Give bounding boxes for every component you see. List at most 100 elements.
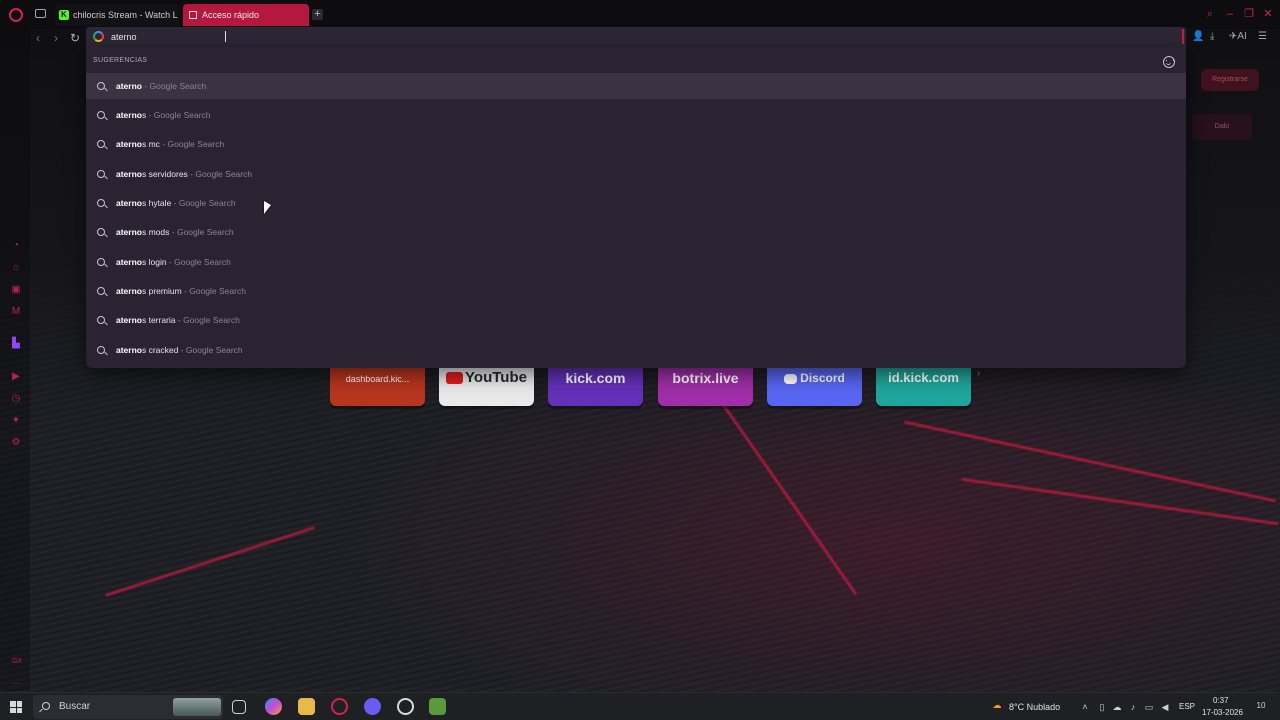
suggestion-item[interactable]: aterno - Google Search [86, 73, 1186, 99]
suggestion-item[interactable]: aternos - Google Search [86, 102, 1186, 128]
back-icon[interactable]: ‹ [36, 31, 40, 45]
speed-dial-icon [189, 11, 197, 19]
clock-time[interactable]: 0:37 [1213, 696, 1229, 705]
address-accent [1182, 29, 1184, 44]
search-icon [97, 111, 105, 119]
suggestions-dropdown: SUGERENCIAS aterno - Google Search atern… [86, 47, 1186, 368]
network-icon[interactable]: ▭ [1144, 702, 1154, 712]
weather-icon[interactable]: ☁ [990, 700, 1004, 710]
messenger-icon[interactable]: M [10, 306, 22, 318]
notifications-badge[interactable]: 10 [1254, 701, 1268, 711]
tab-acceso-rapido[interactable]: Acceso rápido [183, 4, 309, 26]
gx-control-icon[interactable]: ◔ [10, 240, 22, 252]
windows-start-icon[interactable] [10, 701, 22, 713]
speed-dial-label: id.kick.com [888, 370, 959, 385]
tab-label: chilocris Stream - Watch L [73, 10, 178, 20]
kick-icon [59, 4, 69, 26]
wallpaper-stripe [961, 477, 1279, 526]
speed-dial-botrix[interactable]: botrix.live [658, 368, 753, 406]
copilot-icon[interactable] [265, 698, 282, 715]
menu-icon[interactable]: ☰ [1258, 31, 1267, 43]
player-icon[interactable]: ▶ [10, 371, 22, 383]
microphone-icon[interactable]: ♪ [1128, 702, 1138, 712]
new-tab-button[interactable]: + [312, 9, 323, 20]
google-icon [93, 31, 104, 42]
tab-bar: chilocris Stream - Watch L Acceso rápido… [0, 0, 1280, 29]
gx-corner-label[interactable]: GX [10, 656, 24, 668]
speed-dial-next-icon[interactable]: › [977, 368, 980, 379]
search-icon [97, 170, 105, 178]
search-icon [42, 702, 50, 710]
emoji-icon[interactable] [1163, 56, 1175, 68]
chevron-up-icon[interactable]: ˄ [1080, 702, 1090, 712]
download-icon[interactable]: ⤓ [1210, 31, 1214, 43]
suggestions-header: SUGERENCIAS [93, 57, 148, 64]
battery-icon[interactable]: ▯ [1097, 702, 1107, 712]
volume-icon[interactable]: ◀ [1160, 702, 1170, 712]
taskbar-search-label: Buscar [59, 701, 91, 712]
tab-kick-stream[interactable]: chilocris Stream - Watch L [55, 4, 179, 26]
taskbar-search[interactable]: Buscar [33, 695, 223, 719]
close-icon[interactable]: ✕ [1262, 8, 1274, 20]
suggestion-item[interactable]: aternos hytale - Google Search [86, 190, 1186, 216]
obs-icon[interactable] [397, 698, 414, 715]
extensions-icon[interactable]: ✦ [10, 415, 22, 427]
speed-dial-idkick[interactable]: id.kick.com [876, 368, 971, 406]
speed-dial-label: botrix.live [672, 370, 739, 386]
text-caret [225, 31, 226, 42]
speed-dial-discord[interactable]: Discord [767, 368, 862, 406]
file-explorer-icon[interactable] [298, 698, 315, 715]
clock-date[interactable]: 17-03-2026 [1202, 708, 1243, 717]
history-icon[interactable]: ◷ [10, 393, 22, 405]
minecraft-icon[interactable] [429, 698, 446, 715]
suggestion-item[interactable]: aternos cracked - Google Search [86, 337, 1186, 363]
suggestion-item[interactable]: aternos mc - Google Search [86, 131, 1186, 157]
opera-gx-logo-icon[interactable] [9, 8, 23, 22]
task-view-icon[interactable] [232, 700, 246, 714]
discord-taskbar-icon[interactable] [364, 698, 381, 715]
profile-icon[interactable]: 👤 [1192, 31, 1204, 43]
suggestion-item[interactable]: aternos servidores - Google Search [86, 161, 1186, 187]
sidebar [0, 29, 30, 691]
mouse-cursor-icon [264, 201, 271, 214]
address-input[interactable] [111, 29, 1011, 45]
weather-text[interactable]: 8°C Nublado [1009, 702, 1060, 712]
speed-dial-youtube[interactable]: YouTube [439, 368, 534, 406]
search-icon [97, 199, 105, 207]
settings-icon[interactable]: ⚙ [10, 437, 22, 449]
minimize-icon[interactable]: – [1224, 8, 1236, 20]
search-icon [97, 82, 105, 90]
aria-ai-button[interactable]: ✈AI [1229, 31, 1251, 43]
language-indicator[interactable]: ESP [1179, 702, 1195, 711]
taskbar: Buscar ☁ 8°C Nublado ˄ ▯ ☁ ♪ ▭ ◀ ESP 0:3… [0, 692, 1280, 720]
speed-dial-label: Discord [800, 371, 845, 385]
speed-dial-dashboard[interactable]: dashboard.kic... [330, 368, 425, 406]
suggestion-item[interactable]: aternos login - Google Search [86, 249, 1186, 275]
search-tabs-icon[interactable]: ⌕ [1204, 8, 1216, 20]
suggestion-item[interactable]: aternos premium - Google Search [86, 278, 1186, 304]
gx-cleaner-icon[interactable]: ⌂ [10, 262, 22, 274]
wallpaper-stripe [104, 526, 316, 597]
cloud-icon[interactable]: ☁ [1112, 702, 1122, 712]
search-icon [97, 316, 105, 324]
page-button[interactable]: Dalo [1192, 114, 1252, 140]
restore-icon[interactable]: ❐ [1243, 8, 1255, 20]
tab-islands-icon[interactable] [35, 9, 46, 18]
tab-label: Acceso rápido [202, 10, 260, 20]
suggestion-item[interactable]: aternos mods - Google Search [86, 219, 1186, 245]
twitch-alt-icon[interactable]: ▣ [10, 284, 22, 296]
search-icon [97, 228, 105, 236]
speed-dial-kick[interactable]: kick.com [548, 368, 643, 406]
register-button[interactable]: Registrarse [1201, 69, 1259, 91]
search-icon [97, 258, 105, 266]
address-bar[interactable] [86, 27, 1186, 47]
forward-icon[interactable]: › [54, 31, 58, 45]
suggestion-item[interactable]: aternos terraria - Google Search [86, 307, 1186, 333]
opera-gx-taskbar-icon[interactable] [331, 698, 348, 715]
search-icon [97, 287, 105, 295]
twitch-icon[interactable]: ▙ [10, 338, 22, 350]
more-icon[interactable]: … [10, 676, 22, 688]
speed-dial-label: YouTube [465, 369, 527, 386]
speed-dial-label: kick.com [565, 370, 626, 386]
reload-icon[interactable]: ↻ [70, 31, 80, 45]
